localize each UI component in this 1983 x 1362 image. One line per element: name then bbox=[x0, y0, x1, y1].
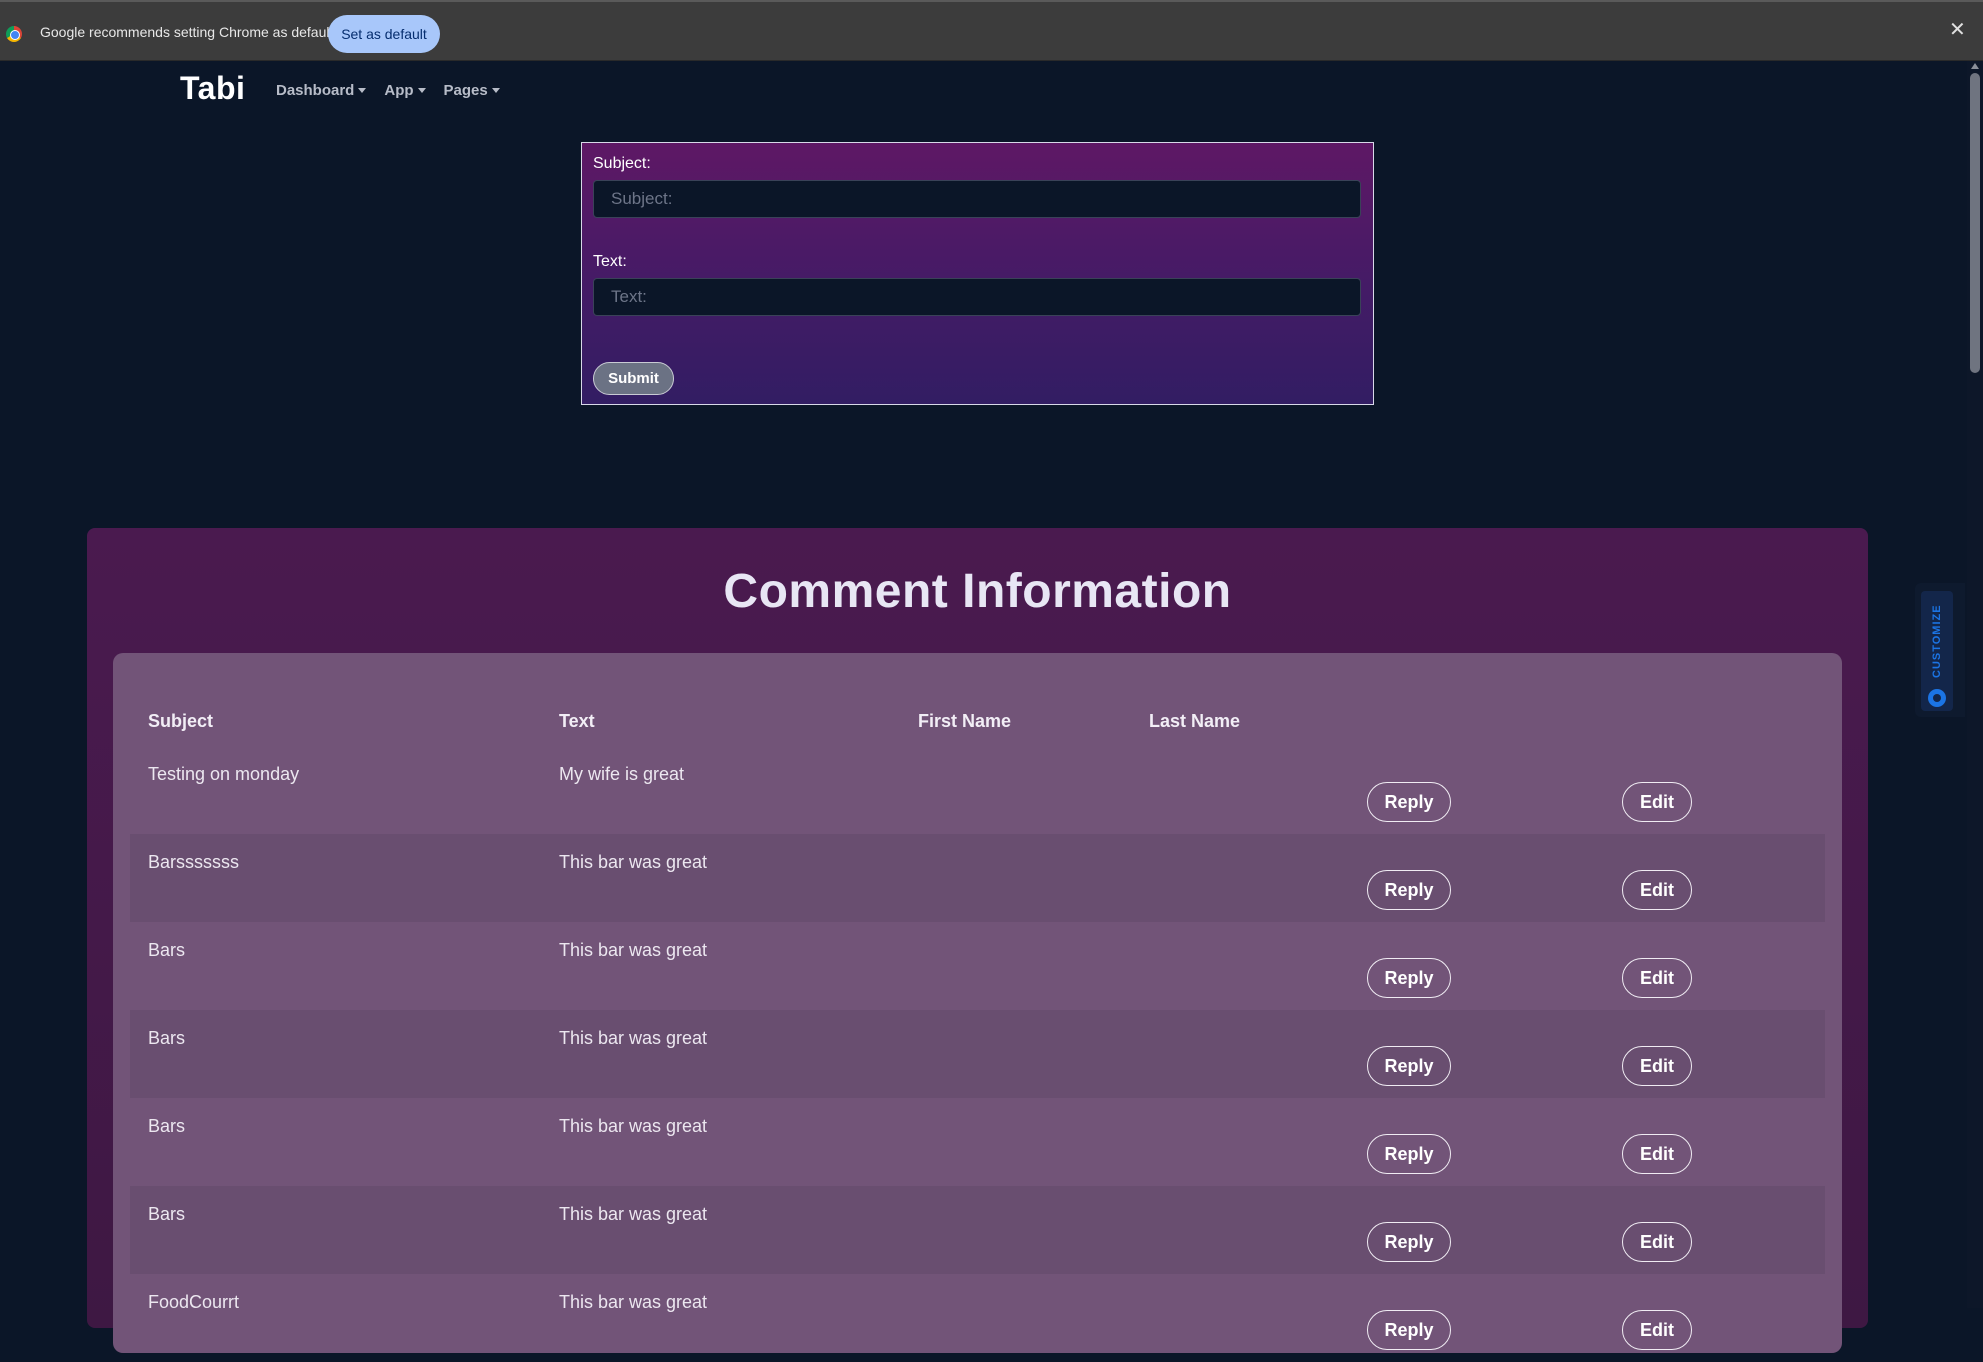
main-nav: Dashboard App Pages bbox=[276, 82, 500, 99]
cell-subject: Bars bbox=[148, 1204, 186, 1224]
table-row: Bars This bar was great Reply Edit bbox=[130, 922, 1825, 1010]
gear-icon bbox=[1928, 689, 1946, 707]
chrome-logo-icon bbox=[6, 26, 22, 42]
cell-text: This bar was great bbox=[559, 1116, 708, 1136]
submit-button[interactable]: Submit bbox=[593, 362, 674, 395]
window-top-edge bbox=[0, 0, 1983, 2]
subject-input[interactable] bbox=[593, 180, 1361, 218]
cell-subject: FoodCourrt bbox=[148, 1292, 240, 1312]
cell-subject: Bars bbox=[148, 1116, 186, 1136]
nav-dashboard-label: Dashboard bbox=[276, 82, 355, 99]
close-icon[interactable]: ✕ bbox=[1949, 20, 1966, 40]
nav-app-label: App bbox=[384, 82, 414, 99]
chrome-default-infobar: Google recommends setting Chrome as defa… bbox=[0, 0, 1983, 61]
nav-pages-dropdown[interactable]: Pages bbox=[444, 82, 500, 99]
cell-text: This bar was great bbox=[559, 1204, 708, 1224]
cell-text: This bar was great bbox=[559, 940, 708, 960]
scrollbar-thumb[interactable] bbox=[1970, 73, 1980, 373]
comment-form: Subject: Text: Submit bbox=[581, 142, 1374, 405]
nav-app-dropdown[interactable]: App bbox=[384, 82, 426, 99]
edit-button[interactable]: Edit bbox=[1622, 870, 1692, 910]
column-header-first-name: First Name bbox=[918, 711, 1012, 731]
page-scrollbar[interactable] bbox=[1967, 61, 1983, 1308]
table-row: Bars This bar was great Reply Edit bbox=[130, 1186, 1825, 1274]
caret-down-icon bbox=[358, 88, 367, 93]
customize-label: CUSTOMIZE bbox=[1931, 604, 1943, 678]
table-row: Testing on monday My wife is great Reply… bbox=[130, 746, 1825, 834]
cell-text: This bar was great bbox=[559, 1292, 708, 1312]
reply-button[interactable]: Reply bbox=[1367, 870, 1451, 910]
edit-button[interactable]: Edit bbox=[1622, 1310, 1692, 1350]
column-header-text: Text bbox=[559, 711, 595, 731]
table-row: Barsssssss This bar was great Reply Edit bbox=[130, 834, 1825, 922]
page-title: Comment Information bbox=[723, 565, 1232, 618]
table-row: Bars This bar was great Reply Edit bbox=[130, 1098, 1825, 1186]
edit-button[interactable]: Edit bbox=[1622, 1134, 1692, 1174]
edit-button[interactable]: Edit bbox=[1622, 782, 1692, 822]
table-row: Bars This bar was great Reply Edit bbox=[130, 1010, 1825, 1098]
cell-text: This bar was great bbox=[559, 852, 708, 872]
text-input[interactable] bbox=[593, 278, 1361, 316]
cell-subject: Bars bbox=[148, 1028, 186, 1048]
edit-button[interactable]: Edit bbox=[1622, 958, 1692, 998]
table-row: FoodCourrt This bar was great Reply Edit bbox=[130, 1274, 1825, 1362]
edit-button[interactable]: Edit bbox=[1622, 1046, 1692, 1086]
reply-button[interactable]: Reply bbox=[1367, 1134, 1451, 1174]
nav-dashboard-dropdown[interactable]: Dashboard bbox=[276, 82, 367, 99]
nav-pages-label: Pages bbox=[443, 82, 488, 99]
subject-label: Subject: bbox=[593, 155, 651, 172]
cell-subject: Testing on monday bbox=[148, 764, 300, 784]
reply-button[interactable]: Reply bbox=[1367, 1046, 1451, 1086]
brand-logo[interactable]: Tabi bbox=[180, 70, 245, 107]
comments-table: Subject Text First Name Last Name Testin… bbox=[113, 653, 1842, 1353]
infobar-message: Google recommends setting Chrome as defa… bbox=[40, 24, 334, 40]
cell-subject: Barsssssss bbox=[148, 852, 240, 872]
text-label: Text: bbox=[593, 253, 627, 270]
reply-button[interactable]: Reply bbox=[1367, 1310, 1451, 1350]
caret-down-icon bbox=[417, 88, 426, 93]
column-header-subject: Subject bbox=[148, 711, 214, 731]
column-header-last-name: Last Name bbox=[1149, 711, 1241, 731]
edit-button[interactable]: Edit bbox=[1622, 1222, 1692, 1262]
reply-button[interactable]: Reply bbox=[1367, 958, 1451, 998]
customize-panel-tab[interactable]: CUSTOMIZE bbox=[1915, 583, 1965, 717]
caret-down-icon bbox=[491, 88, 500, 93]
scroll-up-arrow-icon[interactable] bbox=[1971, 63, 1979, 69]
set-as-default-button[interactable]: Set as default bbox=[328, 15, 440, 53]
customize-tab-inner: CUSTOMIZE bbox=[1921, 591, 1953, 711]
reply-button[interactable]: Reply bbox=[1367, 1222, 1451, 1262]
cell-subject: Bars bbox=[148, 940, 186, 960]
reply-button[interactable]: Reply bbox=[1367, 782, 1451, 822]
cell-text: This bar was great bbox=[559, 1028, 708, 1048]
cell-text: My wife is great bbox=[559, 764, 685, 784]
comment-information-card: Comment Information Subject Text First N… bbox=[87, 528, 1868, 1353]
